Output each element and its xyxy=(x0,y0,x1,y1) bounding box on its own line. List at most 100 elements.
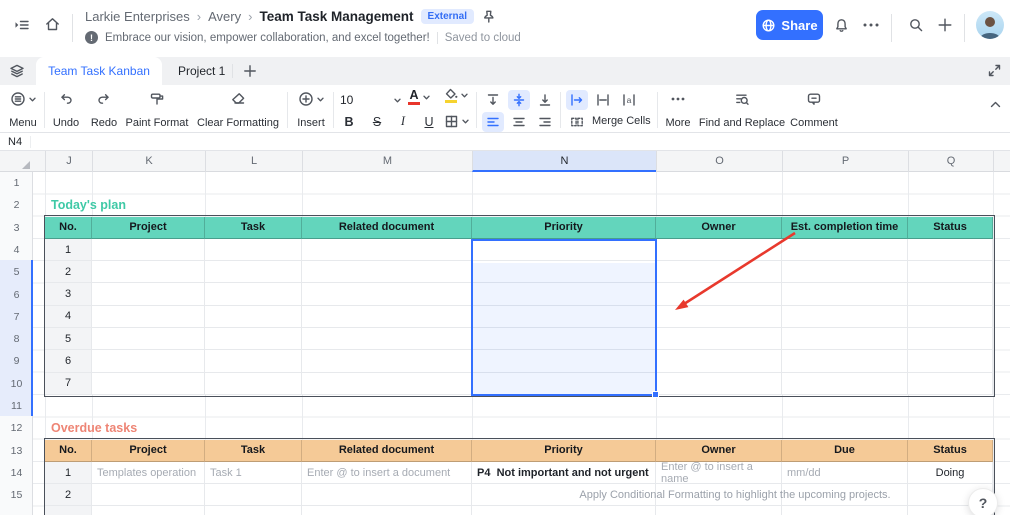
cell[interactable] xyxy=(656,506,782,515)
add-sheet-icon[interactable] xyxy=(243,64,257,78)
row-header-4[interactable]: 4 xyxy=(0,239,33,261)
italic-button[interactable]: I xyxy=(392,112,414,131)
cell[interactable] xyxy=(92,328,205,350)
row-header-8[interactable]: 8 xyxy=(0,328,33,350)
help-button[interactable]: ? xyxy=(968,488,998,515)
row-header-2[interactable]: 2 xyxy=(0,194,33,216)
today-header-cell[interactable]: Task xyxy=(205,217,302,239)
overdue-header-cell[interactable]: Priority xyxy=(472,440,656,462)
row-header-6[interactable]: 6 xyxy=(0,284,33,306)
cell-no[interactable]: 3 xyxy=(45,283,92,305)
cell[interactable] xyxy=(205,261,302,283)
cell[interactable] xyxy=(302,328,472,350)
pin-icon[interactable] xyxy=(481,9,496,24)
name-box[interactable]: N4 xyxy=(8,133,22,151)
row-header-11[interactable]: 11 xyxy=(0,395,33,417)
cell[interactable] xyxy=(656,373,782,395)
collapse-toolbar-icon[interactable] xyxy=(988,97,1003,112)
cell[interactable] xyxy=(92,484,205,506)
cell-priority[interactable]: P4 Not important and not urgent xyxy=(472,462,656,484)
cell[interactable] xyxy=(782,239,908,261)
cell[interactable] xyxy=(92,306,205,328)
overdue-header-cell[interactable]: Task xyxy=(205,440,302,462)
cell-no[interactable]: 2 xyxy=(45,261,92,283)
selection-fill-handle[interactable] xyxy=(652,391,659,398)
cell-project[interactable]: Templates operation xyxy=(92,462,205,484)
cell[interactable] xyxy=(92,506,205,515)
cell-owner[interactable]: Enter @ to insert a name xyxy=(656,462,782,484)
fill-color-button[interactable] xyxy=(444,88,469,103)
user-avatar[interactable] xyxy=(976,11,1004,39)
cell[interactable] xyxy=(205,306,302,328)
more-tools-button[interactable]: More xyxy=(660,90,696,130)
row-header-1[interactable]: 1 xyxy=(0,172,33,194)
clear-formatting-button[interactable]: Clear Formatting xyxy=(192,90,284,130)
cell[interactable] xyxy=(782,306,908,328)
cell-task[interactable]: Task 1 xyxy=(205,462,302,484)
cell-no[interactable]: 4 xyxy=(45,306,92,328)
cell[interactable] xyxy=(782,328,908,350)
find-and-replace-button[interactable]: Find and Replace xyxy=(698,90,786,130)
halign-center-button[interactable] xyxy=(508,112,530,132)
column-header-P[interactable]: P xyxy=(782,151,908,172)
tab-team-task-kanban[interactable]: Team Task Kanban xyxy=(36,57,162,85)
halign-left-button[interactable] xyxy=(482,112,504,132)
overdue-tasks-title[interactable]: Overdue tasks xyxy=(51,417,137,439)
cell[interactable] xyxy=(302,283,472,305)
cell[interactable] xyxy=(205,350,302,372)
overdue-header-cell[interactable]: Owner xyxy=(656,440,782,462)
share-button[interactable]: Share xyxy=(756,10,823,40)
cell[interactable] xyxy=(92,283,205,305)
notifications-bell-icon[interactable] xyxy=(833,17,850,34)
cell[interactable] xyxy=(656,328,782,350)
cell-no[interactable]: 7 xyxy=(45,373,92,395)
cell[interactable] xyxy=(302,484,472,506)
strikethrough-button[interactable]: S xyxy=(366,112,388,131)
cell[interactable] xyxy=(908,283,993,305)
cell[interactable] xyxy=(908,373,993,395)
cell[interactable] xyxy=(302,261,472,283)
column-header-Q[interactable]: Q xyxy=(908,151,993,172)
valign-middle-button[interactable] xyxy=(508,90,530,110)
row-header-7[interactable]: 7 xyxy=(0,306,33,328)
cell[interactable] xyxy=(302,306,472,328)
cell-no[interactable]: 5 xyxy=(45,328,92,350)
cell-no[interactable]: 2 xyxy=(45,484,92,506)
cell[interactable] xyxy=(472,306,656,328)
cell[interactable] xyxy=(205,373,302,395)
cell[interactable] xyxy=(472,261,656,283)
cell-no[interactable] xyxy=(45,506,92,515)
merge-cells-icon[interactable] xyxy=(566,112,588,132)
cell-due[interactable]: mm/dd xyxy=(782,462,908,484)
cell[interactable] xyxy=(205,484,302,506)
overdue-header-cell[interactable]: Project xyxy=(92,440,205,462)
sheet-list-layers-icon[interactable] xyxy=(9,63,25,79)
cell[interactable] xyxy=(205,239,302,261)
cell[interactable] xyxy=(92,373,205,395)
cell[interactable] xyxy=(92,239,205,261)
cell[interactable] xyxy=(656,350,782,372)
tab-project-1[interactable]: Project 1 xyxy=(170,57,233,85)
row-header-5[interactable]: 5 xyxy=(0,261,33,283)
cell-no[interactable]: 1 xyxy=(45,462,92,484)
cell[interactable] xyxy=(472,506,656,515)
cell[interactable] xyxy=(782,350,908,372)
sidebar-toggle-icon[interactable] xyxy=(14,17,30,33)
redo-button[interactable]: Redo xyxy=(86,90,122,130)
cell[interactable] xyxy=(302,350,472,372)
cell[interactable] xyxy=(782,506,908,515)
cell[interactable] xyxy=(92,350,205,372)
underline-button[interactable]: U xyxy=(418,112,440,131)
cell[interactable] xyxy=(656,306,782,328)
column-header-K[interactable]: K xyxy=(92,151,205,172)
row-header-15[interactable]: 15 xyxy=(0,484,33,506)
column-header-R[interactable] xyxy=(993,151,1010,172)
row-header-10[interactable]: 10 xyxy=(0,373,33,395)
select-all-corner[interactable] xyxy=(0,151,33,172)
cell[interactable] xyxy=(472,283,656,305)
cell[interactable] xyxy=(302,506,472,515)
overdue-header-cell[interactable]: Related document xyxy=(302,440,472,462)
font-size-select[interactable]: 10 xyxy=(340,91,402,109)
cell[interactable] xyxy=(472,239,656,261)
today-header-cell[interactable]: Priority xyxy=(472,217,656,239)
